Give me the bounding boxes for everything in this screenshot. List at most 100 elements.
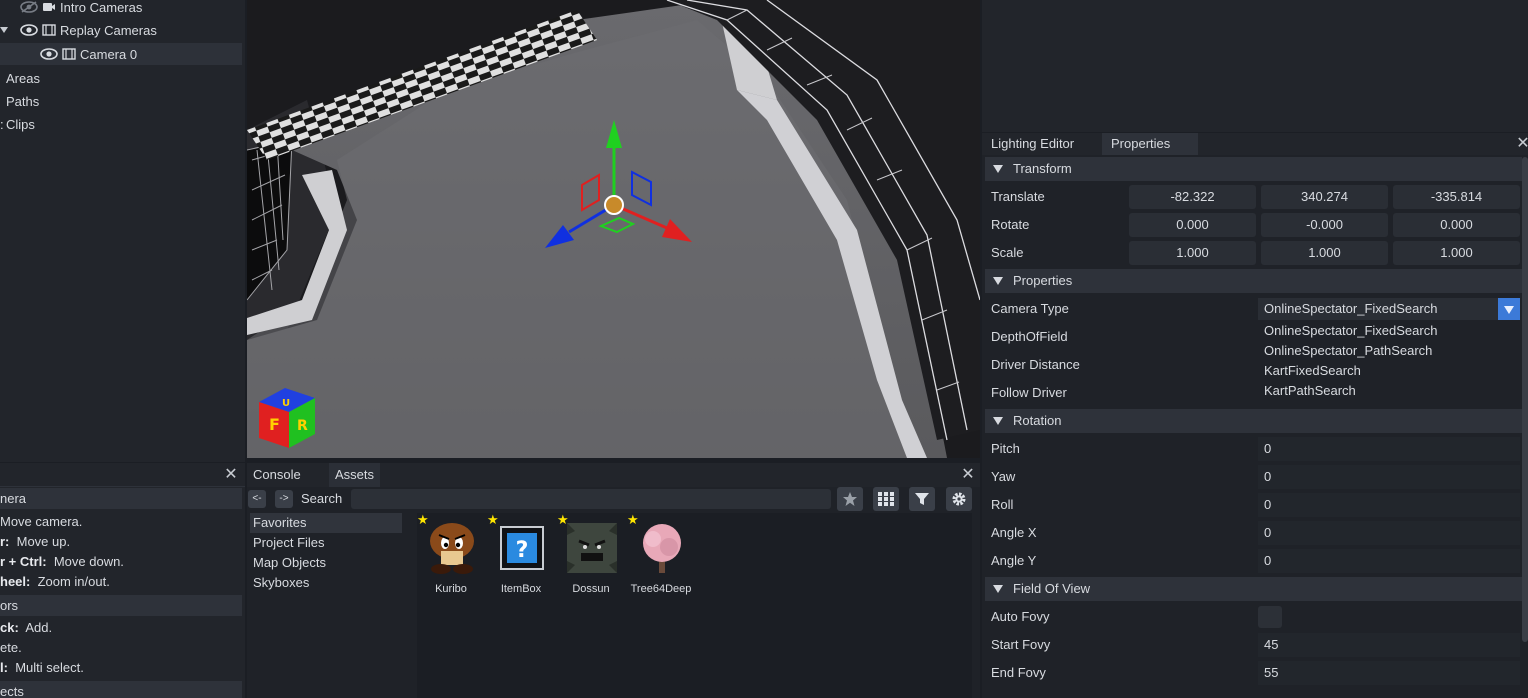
tree-item-paths[interactable]: Paths bbox=[6, 90, 39, 112]
category-map-objects[interactable]: Map Objects bbox=[250, 553, 402, 573]
collapse-arrow-icon bbox=[993, 417, 1003, 425]
asset-label: ItemBox bbox=[500, 583, 542, 595]
collapse-arrow-icon bbox=[993, 585, 1003, 593]
film-icon bbox=[62, 48, 76, 60]
option-online-spectator-fixed-search[interactable]: OnlineSpectator_FixedSearch bbox=[1264, 321, 1437, 341]
camera-type-label: Camera Type bbox=[991, 301, 1069, 316]
rotate-y-field[interactable]: -0.000 bbox=[1261, 213, 1388, 237]
option-kart-fixed-search[interactable]: KartFixedSearch bbox=[1264, 361, 1361, 381]
tree-item-clips[interactable]: : Clips bbox=[0, 113, 35, 135]
yaw-field[interactable]: 0 bbox=[1258, 465, 1520, 489]
help-tabbar bbox=[0, 463, 245, 487]
asset-item-tree64deep[interactable]: ★ Tree64Deep bbox=[627, 513, 693, 603]
category-skyboxes[interactable]: Skyboxes bbox=[250, 573, 402, 593]
section-field-of-view[interactable]: Field Of View bbox=[985, 577, 1522, 601]
camera-type-dropdown[interactable]: OnlineSpectator_FixedSearch bbox=[1258, 298, 1520, 320]
tree-item-camera-0[interactable]: Camera 0 bbox=[0, 43, 242, 65]
angle-y-field[interactable]: 0 bbox=[1258, 549, 1520, 573]
help-text: ete. bbox=[0, 640, 22, 655]
eye-icon[interactable] bbox=[20, 24, 38, 36]
asset-item-itembox[interactable]: ★ ? ItemBox bbox=[487, 513, 553, 603]
category-project-files[interactable]: Project Files bbox=[250, 533, 402, 553]
tab-properties[interactable]: Properties bbox=[1102, 133, 1198, 155]
tree-item-intro-cameras[interactable]: Intro Cameras bbox=[20, 0, 142, 18]
translate-y-field[interactable]: 340.274 bbox=[1261, 185, 1388, 209]
rotate-x-field[interactable]: 0.000 bbox=[1129, 213, 1256, 237]
help-line: Move camera. bbox=[0, 513, 82, 531]
asset-item-dossun[interactable]: ★ Dossun bbox=[557, 513, 623, 603]
auto-fovy-label: Auto Fovy bbox=[991, 609, 1050, 624]
help-line: heel: Zoom in/out. bbox=[0, 573, 110, 591]
dropdown-arrow-icon[interactable] bbox=[1498, 298, 1520, 320]
thwomp-icon bbox=[567, 523, 617, 573]
goomba-icon bbox=[430, 523, 474, 574]
help-line: r: Move up. bbox=[0, 533, 70, 551]
option-kart-path-search[interactable]: KartPathSearch bbox=[1264, 381, 1356, 401]
yaw-label: Yaw bbox=[991, 469, 1016, 484]
favorites-filter-button[interactable] bbox=[837, 487, 863, 511]
film-icon bbox=[42, 24, 56, 36]
section-title: Properties bbox=[1013, 273, 1073, 288]
eye-hidden-icon[interactable] bbox=[20, 1, 38, 13]
scene-outliner: Intro Cameras Replay Cameras Camera 0 Ar… bbox=[0, 0, 245, 462]
svg-text:F: F bbox=[269, 415, 280, 434]
translate-x-field[interactable]: -82.322 bbox=[1129, 185, 1256, 209]
auto-fovy-checkbox[interactable] bbox=[1258, 606, 1282, 628]
collapse-arrow-icon bbox=[993, 277, 1003, 285]
depth-of-field-label: DepthOfField bbox=[991, 329, 1068, 344]
tree-item-areas[interactable]: Areas bbox=[6, 67, 40, 89]
asset-label: Tree64Deep bbox=[630, 583, 692, 595]
translate-z-field[interactable]: -335.814 bbox=[1393, 185, 1520, 209]
start-fovy-field[interactable]: 45 bbox=[1258, 633, 1520, 657]
section-rotation[interactable]: Rotation bbox=[985, 409, 1522, 433]
close-icon[interactable]: ✕ bbox=[1516, 136, 1528, 152]
asset-item-kuribo[interactable]: ★ Kuribo bbox=[417, 513, 483, 603]
close-icon[interactable]: ✕ bbox=[961, 467, 975, 483]
grid-icon bbox=[878, 492, 894, 506]
angle-y-label: Angle Y bbox=[991, 553, 1037, 568]
grid-view-button[interactable] bbox=[873, 487, 899, 511]
item-box-icon: ? bbox=[500, 526, 544, 570]
help-line: l: Multi select. bbox=[0, 659, 84, 677]
category-favorites[interactable]: Favorites bbox=[250, 513, 402, 533]
follow-driver-label: Follow Driver bbox=[991, 385, 1067, 400]
viewport-scene: F R U bbox=[247, 0, 980, 458]
back-button[interactable]: <- bbox=[248, 490, 266, 508]
eye-icon[interactable] bbox=[40, 48, 58, 60]
tab-assets[interactable]: Assets bbox=[329, 463, 381, 487]
tree-item-label: Clips bbox=[6, 116, 35, 132]
tab-lighting-editor[interactable]: Lighting Editor bbox=[982, 133, 1083, 155]
tab-console[interactable]: Console bbox=[247, 463, 307, 487]
pitch-field[interactable]: 0 bbox=[1258, 437, 1520, 461]
properties-scrollbar[interactable] bbox=[1522, 157, 1528, 642]
tree-item-label: Intro Cameras bbox=[60, 0, 143, 15]
help-text: Move down. bbox=[53, 554, 124, 569]
scale-y-field[interactable]: 1.000 bbox=[1261, 241, 1388, 265]
close-icon[interactable]: ✕ bbox=[224, 467, 238, 483]
angle-x-field[interactable]: 0 bbox=[1258, 521, 1520, 545]
help-key: ck: bbox=[0, 620, 19, 635]
svg-text:R: R bbox=[297, 418, 308, 434]
help-section-camera: nera bbox=[0, 488, 242, 509]
help-line: ete. bbox=[0, 639, 22, 657]
option-online-spectator-path-search[interactable]: OnlineSpectator_PathSearch bbox=[1264, 341, 1432, 361]
search-input[interactable] bbox=[351, 489, 831, 509]
filter-button[interactable] bbox=[909, 487, 935, 511]
section-transform[interactable]: Transform bbox=[985, 157, 1522, 181]
tree-icon bbox=[643, 524, 681, 573]
section-title: Field Of View bbox=[1013, 581, 1091, 596]
3d-viewport[interactable]: F R U bbox=[247, 0, 980, 458]
expand-arrow-icon[interactable] bbox=[0, 27, 8, 33]
scale-x-field[interactable]: 1.000 bbox=[1129, 241, 1256, 265]
forward-button[interactable]: -> bbox=[275, 490, 293, 508]
help-line: r + Ctrl: Move down. bbox=[0, 553, 124, 571]
end-fovy-field[interactable]: 55 bbox=[1258, 661, 1520, 685]
rotate-z-field[interactable]: 0.000 bbox=[1393, 213, 1520, 237]
settings-button[interactable] bbox=[946, 487, 972, 511]
asset-label: Kuribo bbox=[435, 583, 467, 595]
help-text: Multi select. bbox=[15, 660, 84, 675]
tree-item-replay-cameras[interactable]: Replay Cameras bbox=[0, 19, 157, 41]
scale-z-field[interactable]: 1.000 bbox=[1393, 241, 1520, 265]
section-properties[interactable]: Properties bbox=[985, 269, 1522, 293]
roll-field[interactable]: 0 bbox=[1258, 493, 1520, 517]
